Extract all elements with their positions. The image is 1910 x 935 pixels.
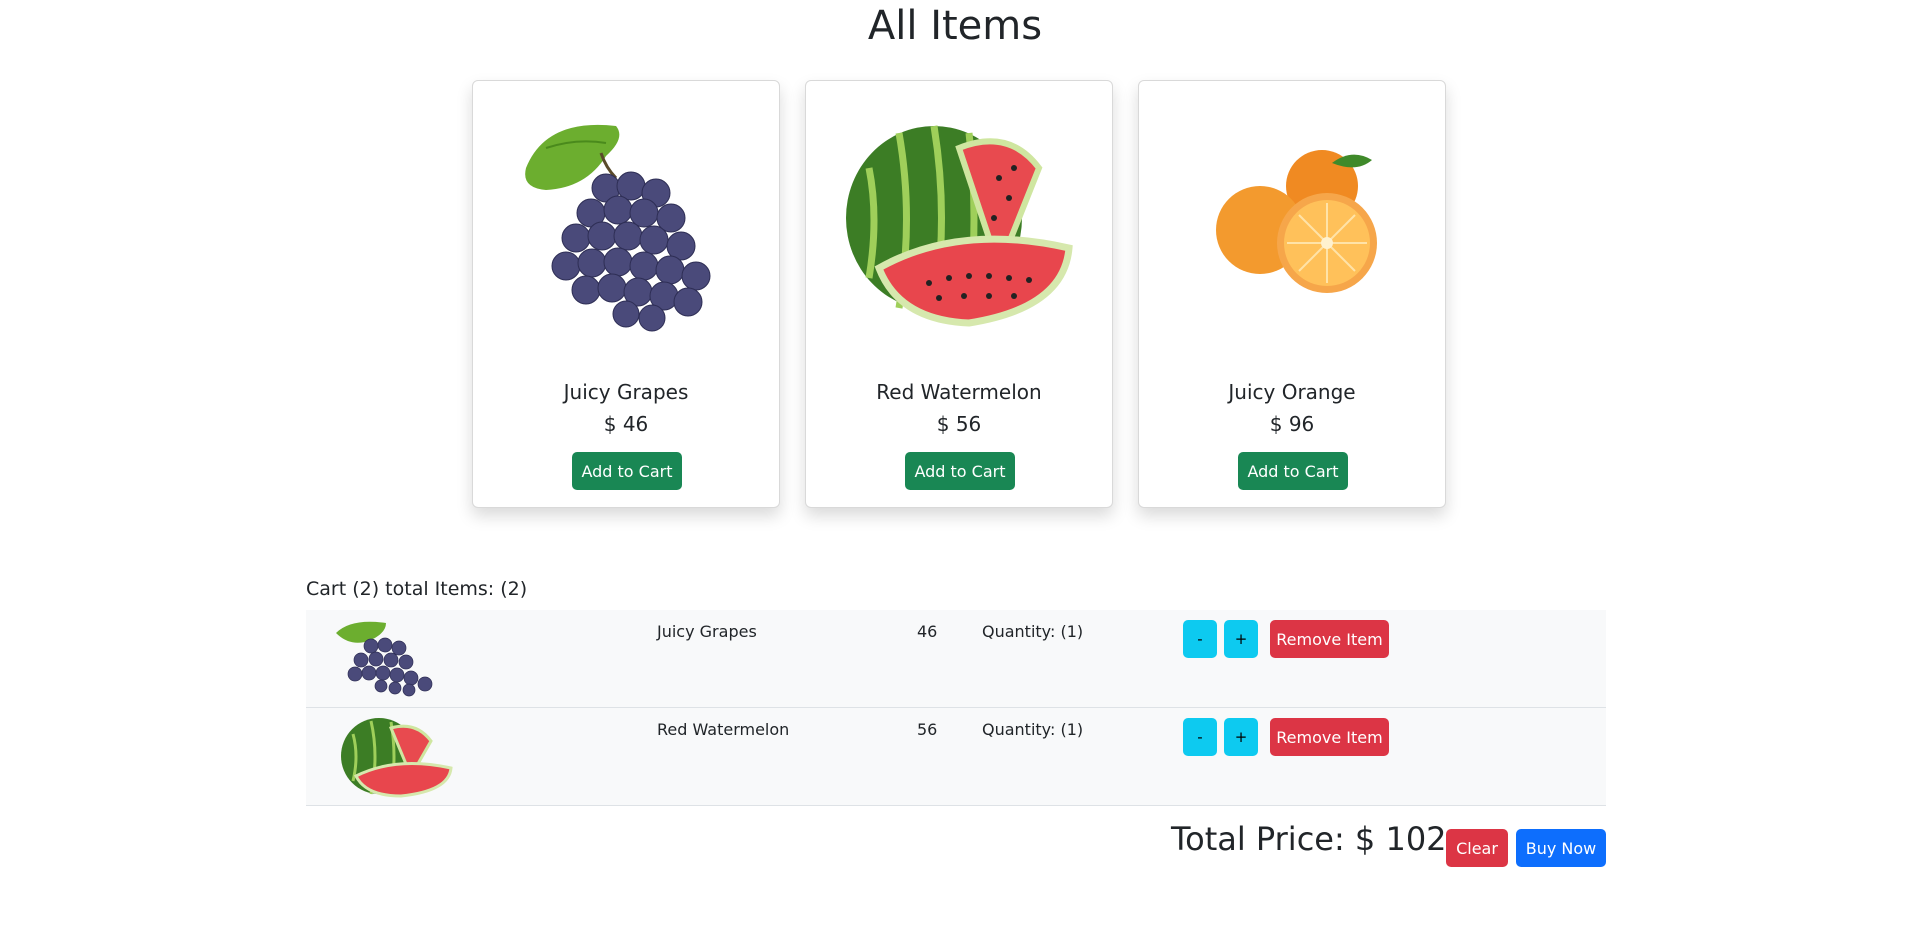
clear-cart-button[interactable]: Clear bbox=[1446, 829, 1508, 867]
add-to-cart-button[interactable]: Add to Cart bbox=[572, 452, 682, 490]
remove-item-button[interactable]: Remove Item bbox=[1270, 718, 1389, 756]
cart-table: Juicy Grapes 46 Quantity: (1) - + Remove… bbox=[306, 610, 1606, 806]
product-price: $ 46 bbox=[603, 412, 649, 436]
buy-now-button[interactable]: Buy Now bbox=[1516, 829, 1606, 867]
increase-quantity-button[interactable]: + bbox=[1224, 620, 1258, 658]
cart-item-name: Juicy Grapes bbox=[657, 622, 757, 641]
cart-item-name: Red Watermelon bbox=[657, 720, 790, 739]
add-to-cart-button[interactable]: Add to Cart bbox=[905, 452, 1015, 490]
product-card-watermelon: Red Watermelon $ 56 Add to Cart bbox=[805, 80, 1113, 508]
cart-item-price: 56 bbox=[917, 720, 938, 739]
page-title: All Items bbox=[867, 3, 1043, 49]
remove-item-button[interactable]: Remove Item bbox=[1270, 620, 1389, 658]
decrease-quantity-button[interactable]: - bbox=[1183, 718, 1217, 756]
increase-quantity-button[interactable]: + bbox=[1224, 718, 1258, 756]
cart-item-price: 46 bbox=[917, 622, 938, 641]
decrease-quantity-button[interactable]: - bbox=[1183, 620, 1217, 658]
cart-heading: Cart (2) total Items: (2) bbox=[306, 578, 528, 600]
cart-row: Juicy Grapes 46 Quantity: (1) - + Remove… bbox=[306, 610, 1606, 708]
cart-item-quantity: Quantity: (1) bbox=[982, 720, 1084, 739]
grapes-image bbox=[501, 103, 751, 353]
product-name: Juicy Grapes bbox=[563, 380, 689, 404]
orange-image bbox=[1167, 103, 1417, 353]
product-price: $ 56 bbox=[936, 412, 982, 436]
product-name: Red Watermelon bbox=[876, 380, 1042, 404]
total-price: Total Price: $ 102 bbox=[1171, 820, 1447, 858]
product-grid: Juicy Grapes $ 46 Add to Cart Red Waterm… bbox=[472, 80, 1446, 508]
product-name: Juicy Orange bbox=[1228, 380, 1356, 404]
add-to-cart-button[interactable]: Add to Cart bbox=[1238, 452, 1348, 490]
grapes-image bbox=[331, 618, 456, 700]
product-price: $ 96 bbox=[1269, 412, 1315, 436]
cart-row: Red Watermelon 56 Quantity: (1) - + Remo… bbox=[306, 708, 1606, 806]
cart-item-quantity: Quantity: (1) bbox=[982, 622, 1084, 641]
watermelon-image bbox=[331, 716, 456, 798]
watermelon-image bbox=[834, 103, 1084, 353]
product-card-orange: Juicy Orange $ 96 Add to Cart bbox=[1138, 80, 1446, 508]
product-card-grapes: Juicy Grapes $ 46 Add to Cart bbox=[472, 80, 780, 508]
